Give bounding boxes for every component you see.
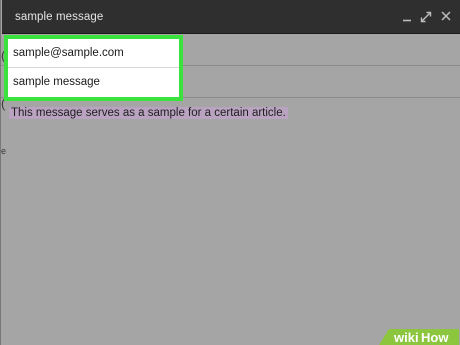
svg-text:How: How [421, 330, 449, 345]
compose-window: sample message ( ( e [0, 0, 460, 345]
subject-field[interactable] [8, 68, 179, 97]
edge-artifact: e [1, 146, 7, 156]
minimize-button[interactable] [400, 8, 414, 24]
recipient-subject-highlight [4, 35, 183, 101]
svg-text:wiki: wiki [393, 330, 419, 345]
close-icon [441, 11, 451, 21]
window-title: sample message [15, 11, 104, 23]
expand-button[interactable] [419, 8, 433, 24]
compose-title-bar[interactable]: sample message [2, 0, 460, 34]
minimize-icon [403, 19, 411, 22]
expand-icon [420, 11, 432, 23]
message-body[interactable]: This message serves as a sample for a ce… [9, 107, 288, 119]
close-button[interactable] [439, 8, 453, 24]
wikihow-logo: wiki How [379, 329, 459, 345]
subject-input[interactable] [13, 72, 175, 92]
to-field[interactable] [8, 39, 179, 68]
to-input[interactable] [13, 43, 175, 63]
message-body-selected-text: This message serves as a sample for a ce… [9, 107, 288, 119]
wikihow-watermark: wiki How [379, 323, 459, 345]
